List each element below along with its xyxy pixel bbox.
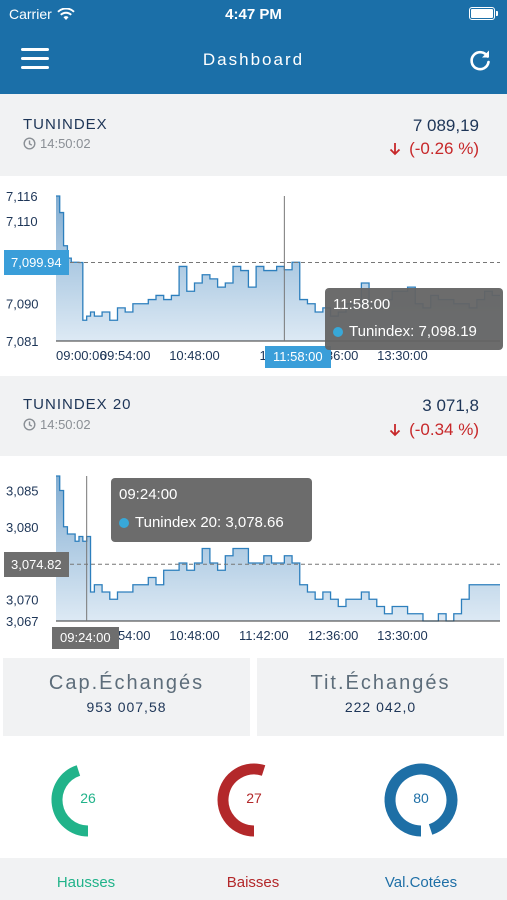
index-row-tunindex20[interactable]: TUNINDEX 20 14:50:02 3 071,8 (-0.34 %): [0, 376, 507, 456]
label-hausses[interactable]: Hausses: [16, 874, 156, 891]
status-time: 4:47 PM: [225, 6, 282, 23]
index-row-tunindex[interactable]: TUNINDEX 14:50:02 7 089,19 (-0.26 %): [0, 94, 507, 176]
gauge-valcotees[interactable]: 80: [381, 760, 461, 840]
index-time-label: 14:50:02: [40, 136, 91, 151]
gauge-value: 26: [80, 790, 96, 806]
gauge-hausses[interactable]: 26: [48, 760, 128, 840]
app-header: Carrier 4:47 PM Dashboard: [0, 0, 507, 94]
series-dot-icon: [333, 326, 343, 337]
x-tick-label: 10:48:00: [169, 628, 220, 643]
nav-bar: Dashboard: [0, 38, 507, 82]
arrow-down-icon: [389, 424, 401, 437]
clock-icon: [23, 418, 36, 431]
crosshair-y-value: 3,074.82: [4, 551, 69, 577]
gauge-value: 80: [413, 790, 429, 806]
gauge-baisses[interactable]: 27: [214, 760, 294, 840]
y-tick-label: 7,110: [6, 214, 38, 229]
chart-tooltip: 09:24:00 Tunindex 20: 3,078.66: [111, 478, 312, 542]
arrow-down-icon: [389, 143, 401, 156]
y-tick-label: 7,116: [6, 189, 38, 204]
stat-value: 953 007,58: [86, 699, 167, 715]
stat-card-cap-echanges[interactable]: Cap.Échangés 953 007,58: [3, 658, 250, 736]
index-name: TUNINDEX 20: [23, 396, 132, 413]
stat-value: 222 042,0: [344, 699, 417, 715]
index-change: (-0.26 %): [389, 139, 479, 159]
x-tick-label: 12:36:00: [308, 628, 359, 643]
label-baisses[interactable]: Baisses: [183, 874, 323, 891]
tunindex20-chart[interactable]: 3,0853,0803,0703,06709:24:0009:54:0010:4…: [0, 458, 507, 654]
crosshair-x-value: 09:24:00: [52, 627, 119, 649]
y-tick-label: 3,070: [6, 592, 39, 607]
index-change-label: (-0.26 %): [409, 139, 479, 158]
clock-icon: [23, 137, 36, 150]
index-name: TUNINDEX: [23, 116, 108, 133]
tunindex-chart[interactable]: 7,116 7,110 7,090 7,081 09:00:06 09:54:00 10:4…: [0, 178, 507, 374]
gauge-value: 27: [246, 790, 262, 806]
y-tick-label: 7,090: [6, 297, 39, 312]
index-value: 3 071,8: [422, 396, 479, 415]
x-tick-label: 11:42:00: [239, 628, 289, 643]
tooltip-value: Tunindex: 7,098.19: [349, 323, 477, 340]
y-tick-label: 3,085: [6, 484, 39, 499]
series-dot-icon: [119, 517, 129, 528]
y-tick-label: 3,067: [6, 614, 39, 629]
stat-label: Tit.Échangés: [310, 672, 451, 694]
page-title: Dashboard: [202, 50, 305, 69]
index-time: 14:50:02: [23, 417, 91, 432]
x-tick-label: 13:30:00: [377, 628, 428, 643]
index-change-label: (-0.34 %): [409, 420, 479, 439]
tooltip-value: Tunindex 20: 3,078.66: [135, 514, 284, 531]
index-time-label: 14:50:02: [40, 417, 91, 432]
stat-card-tit-echanges[interactable]: Tit.Échangés 222 042,0: [257, 658, 504, 736]
refresh-icon[interactable]: [467, 47, 493, 73]
battery-icon: [469, 7, 498, 20]
index-value: 7 089,19: [412, 116, 479, 135]
y-tick-label: 7,081: [6, 334, 39, 349]
index-time: 14:50:02: [23, 136, 91, 151]
tooltip-time: 09:24:00: [119, 486, 178, 503]
crosshair-y-value: 7,099.94: [4, 250, 69, 276]
stat-label: Cap.Échangés: [48, 672, 205, 694]
y-tick-label: 3,080: [6, 520, 39, 535]
chart-tooltip: 11:58:00 Tunindex: 7,098.19: [325, 288, 503, 350]
x-tick-label: 10:48:00: [169, 348, 220, 363]
label-valcotees[interactable]: Val.Cotées: [351, 874, 491, 891]
gauge-labels-bar: Hausses Baisses Val.Cotées: [0, 858, 507, 900]
status-bar: Carrier 4:47 PM: [0, 0, 507, 30]
x-tick-label: 09:54:00: [100, 348, 151, 363]
tooltip-time: 11:58:00: [333, 296, 391, 313]
index-change: (-0.34 %): [389, 420, 479, 440]
crosshair-x-value: 11:58:00: [265, 346, 331, 368]
x-tick-label: 13:30:00: [377, 348, 428, 363]
